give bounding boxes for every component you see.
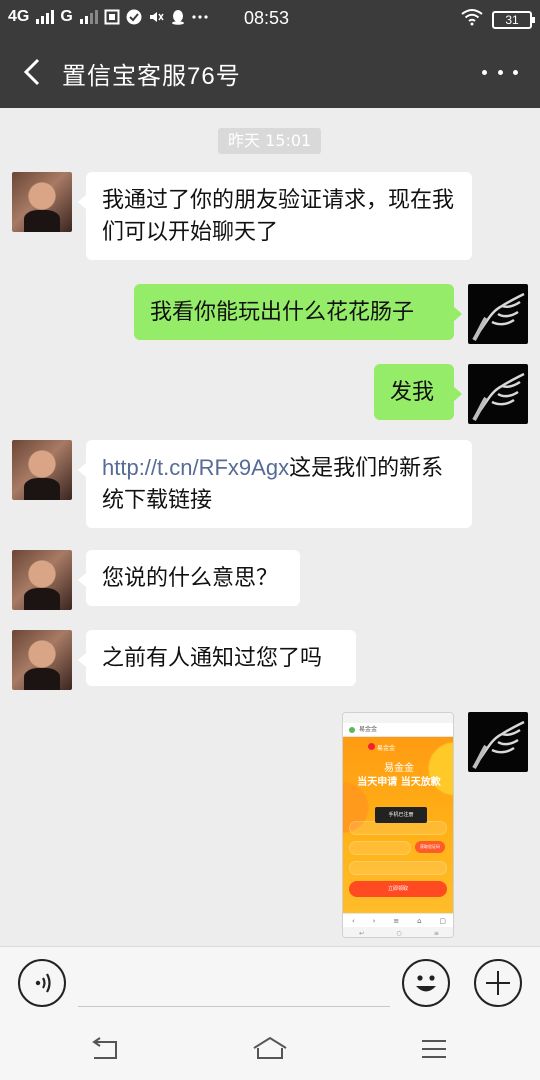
message-bubble-incoming[interactable]: http://t.cn/RFx9Agx这是我们的新系统下载链接: [78, 440, 472, 528]
signal-icon: [36, 10, 55, 24]
status-left: 4G G: [8, 8, 208, 26]
screenshot-status-bar: [343, 713, 453, 723]
message-text: 我通过了你的朋友验证请求，现在我们可以开始聊天了: [102, 187, 455, 244]
tabs-icon: ▢: [439, 916, 447, 925]
status-bar: 4G G 08:53 31: [0, 0, 540, 36]
screenshot-browser-nav: ‹ › ≡ ⌂ ▢: [343, 913, 453, 927]
message-text: 我看你能玩出什么花花肠子: [150, 299, 415, 324]
message-text: 发我: [390, 379, 435, 404]
chat-title: 置信宝客服76号: [62, 63, 241, 90]
self-avatar[interactable]: [468, 284, 528, 344]
network-type-1: 4G: [8, 8, 30, 25]
dot-icon: [513, 69, 518, 75]
plus-button[interactable]: [474, 959, 522, 1007]
message-bubble-outgoing[interactable]: 发我: [374, 364, 462, 420]
contact-avatar[interactable]: [12, 630, 72, 690]
home-icon: ○: [396, 929, 402, 937]
system-nav-bar: [0, 1018, 540, 1080]
nav-menu-button[interactable]: [414, 1032, 454, 1066]
message-bubble-outgoing[interactable]: 我看你能玩出什么花花肠子: [134, 284, 462, 340]
menu-icon: ≡: [433, 929, 439, 937]
nav-home-button[interactable]: [250, 1032, 290, 1066]
message-timestamp: 昨天 15:01: [218, 128, 322, 154]
screenshot-field: [349, 821, 447, 835]
network-type-2: G: [60, 8, 73, 25]
back-icon: ‹: [351, 916, 355, 925]
message-text: 之前有人通知过您了吗: [102, 645, 323, 670]
self-avatar[interactable]: [468, 364, 528, 424]
screenshot-field: [349, 841, 411, 855]
message-link[interactable]: http://t.cn/RFx9Agx: [102, 455, 289, 480]
more-dots-icon: [192, 9, 208, 25]
back-icon: ↩: [359, 929, 365, 937]
screenshot-submit: 立即领取: [349, 881, 447, 897]
qq-icon: [170, 9, 186, 25]
emoji-button[interactable]: [402, 959, 450, 1007]
contact-avatar[interactable]: [12, 440, 72, 500]
screenshot-brand: 易金金: [367, 743, 396, 752]
emoji-icon: [416, 975, 436, 992]
more-options-button[interactable]: [482, 54, 518, 90]
home-icon: ⌂: [417, 916, 422, 925]
signal-weak-icon: [79, 10, 98, 24]
image-message[interactable]: 易金金 易金金 易金金 当天申请 当天放款 手机已注册 获取验证码 立即领取 ‹…: [342, 712, 454, 938]
voice-button[interactable]: [18, 959, 66, 1007]
hand-photo-icon: [472, 372, 525, 422]
screenshot-system-nav: ↩ ○ ≡: [343, 927, 453, 937]
message-bubble-incoming[interactable]: 我通过了你的朋友验证请求，现在我们可以开始聊天了: [78, 172, 472, 260]
hand-photo-icon: [472, 720, 525, 770]
screenshot-field: [349, 861, 447, 875]
clock: 08:53: [244, 8, 290, 28]
check-circle-icon: [126, 9, 142, 25]
chevron-left-icon: [23, 58, 40, 86]
chat-area[interactable]: 昨天 15:01 我通过了你的朋友验证请求，现在我们可以开始聊天了 我看你能玩出…: [0, 108, 540, 946]
status-right: 31: [460, 8, 535, 31]
self-avatar[interactable]: [468, 712, 528, 772]
menu-icon: ≡: [393, 916, 400, 925]
wifi-icon: [460, 8, 484, 31]
message-input[interactable]: [78, 959, 390, 1007]
menu-icon: [422, 1040, 446, 1058]
hand-photo-icon: [472, 292, 525, 342]
screenshot-subheadline: 当天申请 当天放款: [357, 777, 441, 788]
message-bubble-incoming[interactable]: 之前有人通知过您了吗: [78, 630, 356, 686]
forward-icon: ›: [372, 916, 376, 925]
input-bar: [0, 946, 540, 1018]
screenshot-url-bar: 易金金: [343, 723, 453, 737]
contact-avatar[interactable]: [12, 550, 72, 610]
screenshot-headline: 易金金: [384, 763, 414, 774]
notification-box-icon: [104, 9, 120, 25]
screenshot-hero: 易金金 易金金 当天申请 当天放款 手机已注册 获取验证码 立即领取: [343, 737, 453, 913]
dot-icon: [482, 69, 487, 75]
home-icon: [253, 1036, 287, 1059]
nav-back-button[interactable]: [86, 1032, 126, 1066]
dot-icon: [497, 69, 503, 75]
back-icon: [92, 1037, 117, 1059]
title-bar: 置信宝客服76号: [0, 36, 540, 108]
screenshot-code-button: 获取验证码: [415, 841, 445, 853]
battery-indicator: 31: [492, 10, 535, 29]
voice-icon: [35, 973, 51, 993]
message-text: 您说的什么意思？: [102, 565, 279, 590]
message-bubble-incoming[interactable]: 您说的什么意思？: [78, 550, 300, 606]
mute-icon: [148, 9, 164, 25]
back-button[interactable]: [18, 54, 48, 90]
contact-avatar[interactable]: [12, 172, 72, 232]
screenshot-toast: 手机已注册: [375, 807, 427, 823]
